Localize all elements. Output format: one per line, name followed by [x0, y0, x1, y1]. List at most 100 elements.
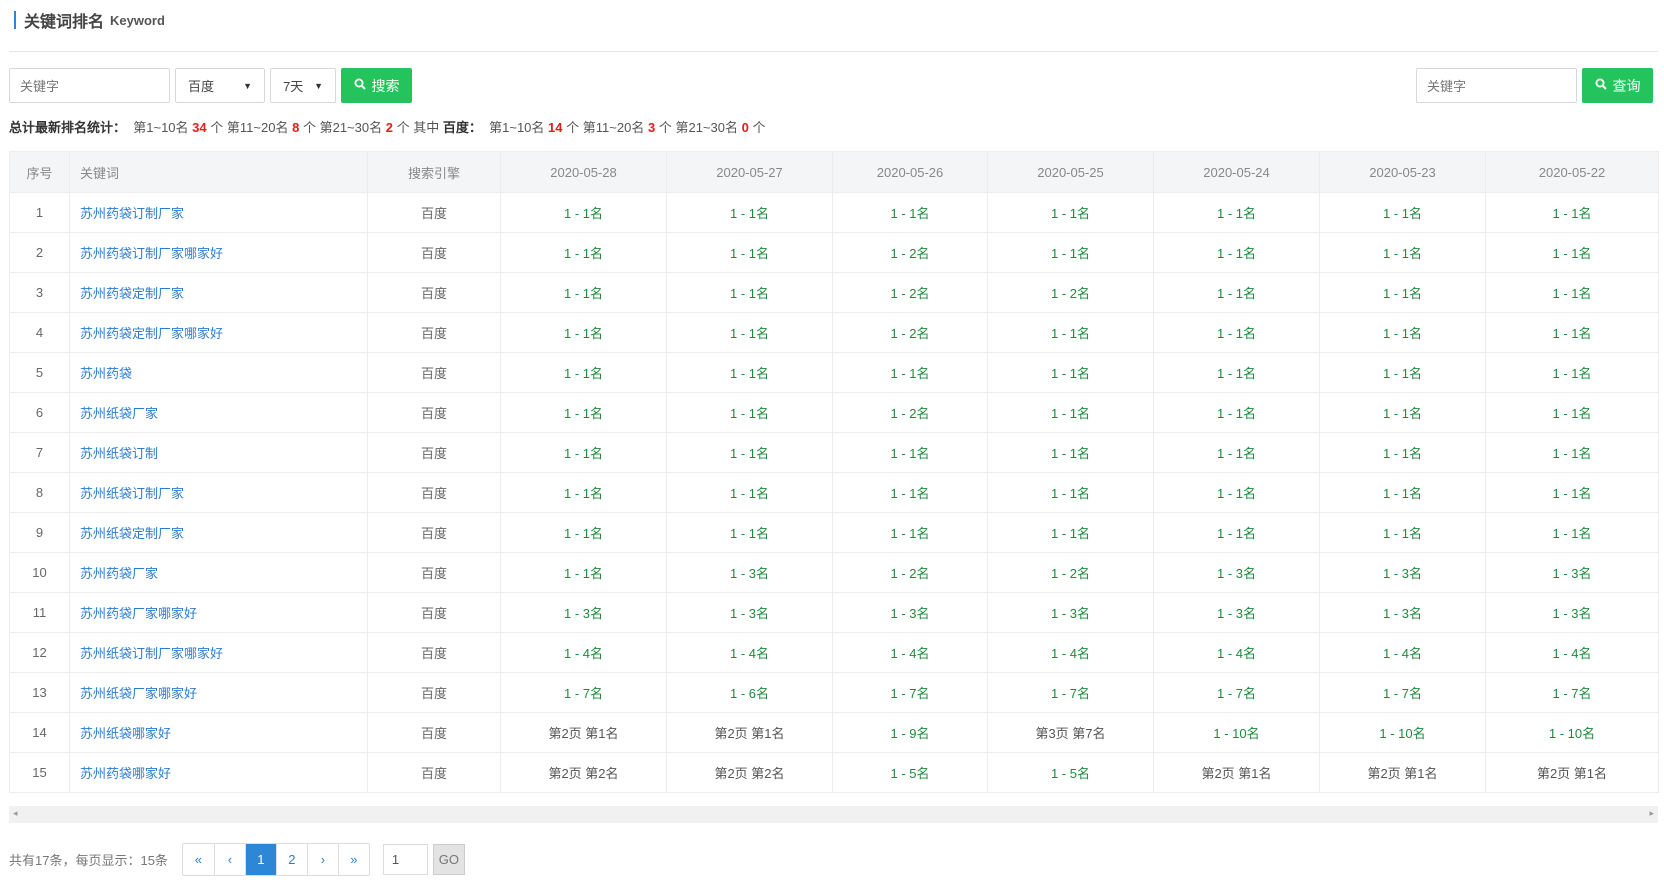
row-index: 4 [9, 312, 70, 353]
table-row: 10 苏州药袋厂家 百度 1 - 1名 1 - 3名 1 - 2名 1 - 2名 1 - 3名… [9, 552, 1659, 593]
rank-cell: 1 - 1名 [500, 552, 667, 593]
keyword-link[interactable]: 苏州纸袋订制厂家哪家好 [69, 632, 368, 673]
keyword-link[interactable]: 苏州纸袋哪家好 [69, 712, 368, 753]
last-page-button[interactable]: » [337, 844, 369, 875]
row-index: 12 [9, 632, 70, 673]
search-toolbar: 关键字 百度 ▼ 7天 ▼ 搜索 [9, 68, 412, 103]
column-header: 2020-05-26 [832, 151, 988, 193]
row-index: 9 [9, 512, 70, 553]
row-index: 5 [9, 352, 70, 393]
rank-cell: 1 - 1名 [1485, 192, 1659, 233]
row-index: 1 [9, 192, 70, 233]
rank-cell: 第2页 第2名 [500, 752, 667, 793]
column-header: 2020-05-22 [1485, 151, 1659, 193]
page-2-button[interactable]: 2 [275, 844, 307, 875]
search-button[interactable]: 搜索 [341, 68, 412, 103]
header-accent-bar [14, 11, 16, 29]
rank-cell: 1 - 1名 [500, 472, 667, 513]
rank-cell: 1 - 3名 [1319, 592, 1486, 633]
rank-cell: 1 - 1名 [987, 512, 1154, 553]
ranking-stats: 总计最新排名统计： 第1~10名 34 个 第11~20名 8 个 第21~30… [9, 117, 765, 136]
search-engine-cell: 百度 [367, 752, 501, 793]
rank-cell: 1 - 1名 [987, 472, 1154, 513]
rank-cell: 1 - 4名 [1485, 632, 1659, 673]
rank-cell: 1 - 1名 [1153, 512, 1320, 553]
keyword-link[interactable]: 苏州药袋定制厂家哪家好 [69, 312, 368, 353]
column-header: 2020-05-25 [987, 151, 1154, 193]
column-header: 序号 [9, 151, 70, 193]
range-select[interactable]: 7天 ▼ [270, 68, 336, 103]
row-index: 6 [9, 392, 70, 433]
keyword-link[interactable]: 苏州药袋厂家哪家好 [69, 592, 368, 633]
column-header: 关键词 [69, 151, 368, 193]
keyword-link[interactable]: 苏州纸袋厂家 [69, 392, 368, 433]
search-button-label: 搜索 [371, 77, 400, 94]
rank-cell: 1 - 7名 [832, 672, 988, 713]
query-keyword-input[interactable]: 关键字 [1416, 68, 1577, 103]
next-page-button[interactable]: › [306, 844, 338, 875]
table-row: 9 苏州纸袋定制厂家 百度 1 - 1名 1 - 1名 1 - 1名 1 - 1名 1 - 1… [9, 512, 1659, 553]
rank-cell: 1 - 1名 [1153, 472, 1320, 513]
rank-cell: 1 - 1名 [666, 232, 833, 273]
keyword-link[interactable]: 苏州药袋订制厂家哪家好 [69, 232, 368, 273]
row-index: 14 [9, 712, 70, 753]
prev-page-button[interactable]: ‹ [213, 844, 245, 875]
table-row: 11 苏州药袋厂家哪家好 百度 1 - 3名 1 - 3名 1 - 3名 1 - 3名 1 -… [9, 592, 1659, 633]
rank-cell: 1 - 1名 [500, 432, 667, 473]
rank-cell: 1 - 7名 [1319, 672, 1486, 713]
rank-cell: 1 - 10名 [1485, 712, 1659, 753]
first-page-button[interactable]: « [183, 844, 214, 875]
horizontal-scrollbar[interactable]: ◂ ▸ [9, 806, 1658, 823]
keyword-link[interactable]: 苏州纸袋订制 [69, 432, 368, 473]
rank-cell: 1 - 2名 [832, 552, 988, 593]
keyword-link[interactable]: 苏州药袋哪家好 [69, 752, 368, 793]
rank-cell: 第3页 第7名 [987, 712, 1154, 753]
query-button[interactable]: 查询 [1582, 68, 1653, 103]
stats-b-top20-count: 3 [647, 120, 656, 135]
scroll-left-icon[interactable]: ◂ [13, 808, 18, 819]
table-header-row: 序号 关键词 搜索引擎 2020-05-28 2020-05-27 2020-05-26 2… [9, 151, 1659, 193]
scroll-right-icon[interactable]: ▸ [1649, 808, 1654, 819]
rank-cell: 1 - 5名 [832, 752, 988, 793]
keyword-link[interactable]: 苏州纸袋订制厂家 [69, 472, 368, 513]
keyword-link[interactable]: 苏州药袋订制厂家 [69, 192, 368, 233]
rank-cell: 1 - 7名 [1153, 672, 1320, 713]
rank-cell: 1 - 2名 [987, 272, 1154, 313]
table-row: 4 苏州药袋定制厂家哪家好 百度 1 - 1名 1 - 1名 1 - 2名 1 - 1名 1 … [9, 312, 1659, 353]
keyword-link[interactable]: 苏州纸袋定制厂家 [69, 512, 368, 553]
keyword-link[interactable]: 苏州药袋 [69, 352, 368, 393]
rank-cell: 1 - 1名 [666, 192, 833, 233]
keyword-input[interactable]: 关键字 [9, 68, 170, 103]
rank-cell: 1 - 1名 [666, 392, 833, 433]
keyword-link[interactable]: 苏州纸袋厂家哪家好 [69, 672, 368, 713]
rank-cell: 1 - 4名 [832, 632, 988, 673]
rank-cell: 1 - 1名 [1153, 232, 1320, 273]
search-icon [354, 78, 366, 93]
rank-cell: 1 - 3名 [1153, 552, 1320, 593]
stats-engine: 百度： [442, 120, 482, 135]
keyword-input-placeholder: 关键字 [20, 79, 60, 94]
keyword-link[interactable]: 苏州药袋厂家 [69, 552, 368, 593]
stats-b-top10-label: 第1~10名 [489, 120, 545, 135]
rank-cell: 1 - 6名 [666, 672, 833, 713]
keyword-link[interactable]: 苏州药袋定制厂家 [69, 272, 368, 313]
table-row: 12 苏州纸袋订制厂家哪家好 百度 1 - 4名 1 - 4名 1 - 4名 1 - 4名 1… [9, 632, 1659, 673]
column-header: 2020-05-23 [1319, 151, 1486, 193]
engine-select[interactable]: 百度 ▼ [175, 68, 265, 103]
search-engine-cell: 百度 [367, 472, 501, 513]
stats-top30-count: 2 [385, 120, 393, 135]
row-index: 11 [9, 592, 70, 633]
rank-cell: 1 - 1名 [1319, 312, 1486, 353]
stats-b-top30-count: 0 [741, 120, 749, 135]
page-1-button[interactable]: 1 [244, 844, 276, 875]
rank-cell: 1 - 1名 [500, 312, 667, 353]
query-keyword-placeholder: 关键字 [1427, 79, 1467, 94]
table-row: 3 苏州药袋定制厂家 百度 1 - 1名 1 - 1名 1 - 2名 1 - 2名 1 - 1… [9, 272, 1659, 313]
rank-cell: 1 - 1名 [1485, 432, 1659, 473]
rank-cell: 1 - 3名 [832, 592, 988, 633]
search-engine-cell: 百度 [367, 432, 501, 473]
page-jump-input[interactable]: 1 [382, 844, 428, 875]
stats-unit: 个 [752, 120, 766, 135]
row-index: 13 [9, 672, 70, 713]
go-button[interactable]: GO [432, 844, 465, 875]
